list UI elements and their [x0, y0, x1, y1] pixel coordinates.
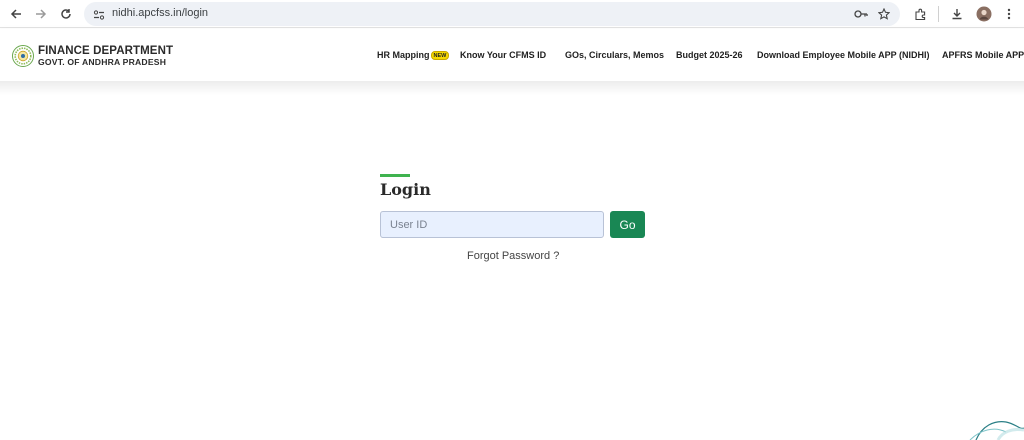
- login-title-accent: [380, 174, 410, 177]
- brand-title: FINANCE DEPARTMENT: [38, 45, 174, 57]
- address-bar[interactable]: nidhi.apcfss.in/login: [84, 2, 900, 26]
- extensions-icon[interactable]: [911, 5, 929, 23]
- forgot-password-link[interactable]: Forgot Password ?: [467, 250, 559, 262]
- back-arrow-icon[interactable]: [6, 4, 26, 24]
- ap-emblem-logo: [12, 45, 34, 67]
- nav-hr-mapping-label: HR Mapping: [377, 50, 430, 60]
- user-id-input[interactable]: [380, 211, 604, 238]
- nav-hr-mapping[interactable]: HR Mapping NEW: [377, 50, 450, 60]
- menu-kebab-icon[interactable]: [1000, 5, 1018, 23]
- site-header: FINANCE DEPARTMENT GOVT. OF ANDHRA PRADE…: [0, 29, 1024, 81]
- nav-gos-circulars-memos[interactable]: GOs, Circulars, Memos: [565, 50, 664, 60]
- go-button[interactable]: Go: [610, 211, 645, 238]
- download-icon[interactable]: [948, 5, 966, 23]
- header-shadow: [0, 81, 1024, 95]
- url-text[interactable]: nidhi.apcfss.in/login: [112, 7, 208, 19]
- reload-icon[interactable]: [56, 4, 76, 24]
- nav-download-employee-app[interactable]: Download Employee Mobile APP (NIDHI): [757, 50, 930, 60]
- toolbar-divider: [938, 6, 939, 22]
- site-info-icon[interactable]: [93, 8, 105, 26]
- login-title: Login: [380, 180, 431, 199]
- password-key-icon[interactable]: [852, 5, 870, 23]
- nav-apfrs-mobile-app[interactable]: APFRS Mobile APP: [942, 50, 1024, 60]
- decorative-swirl: [969, 421, 1024, 440]
- profile-avatar[interactable]: [975, 5, 993, 23]
- bookmark-star-icon[interactable]: [875, 5, 893, 23]
- brand-subtitle: GOVT. OF ANDHRA PRADESH: [38, 57, 167, 67]
- new-badge: NEW: [430, 51, 450, 60]
- browser-toolbar: nidhi.apcfss.in/login: [0, 0, 1024, 28]
- forward-arrow-icon[interactable]: [31, 4, 51, 24]
- nav-budget[interactable]: Budget 2025-26: [676, 50, 743, 60]
- nav-know-your-cfms-id[interactable]: Know Your CFMS ID: [460, 50, 546, 60]
